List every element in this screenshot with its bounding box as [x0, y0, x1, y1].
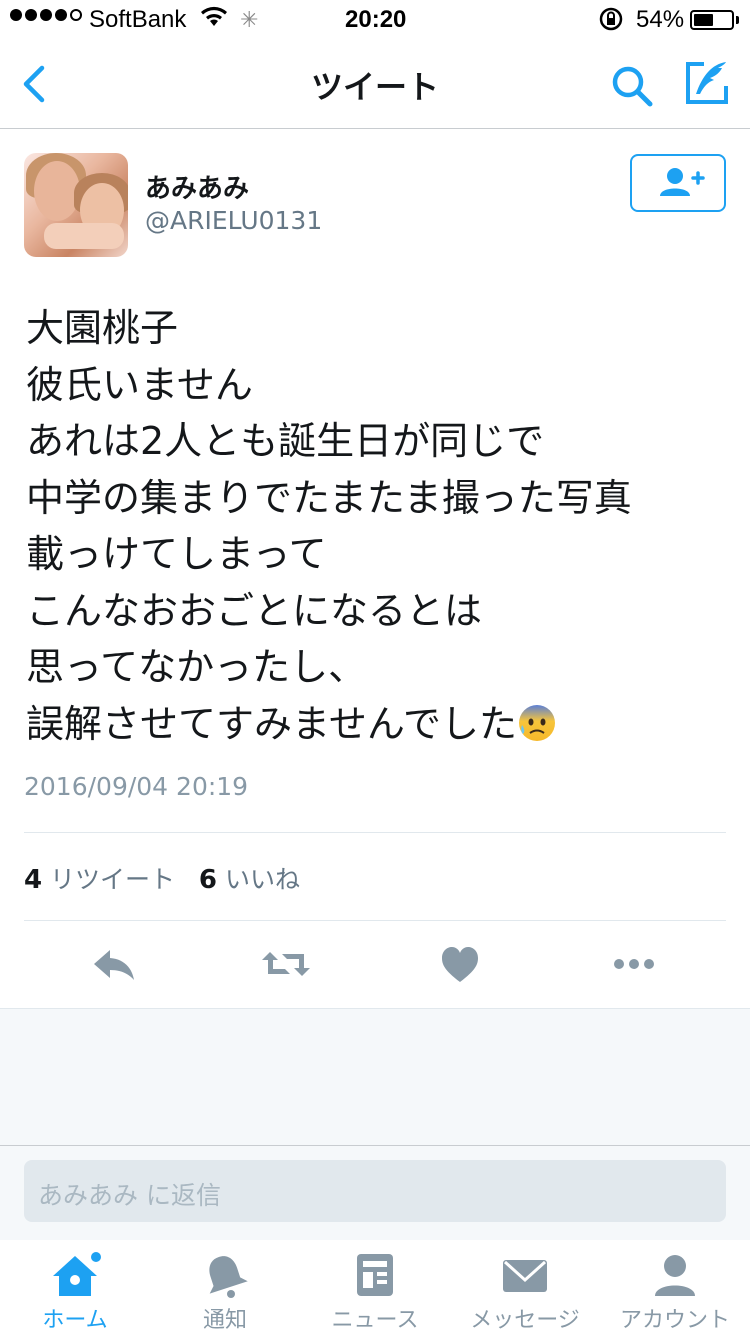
home-icon	[49, 1252, 101, 1298]
tab-label: 通知	[202, 1308, 247, 1333]
retweet-icon[interactable]	[258, 940, 314, 988]
tab-label: メッセージ	[470, 1308, 580, 1333]
anxious-face-icon	[517, 702, 557, 742]
tab-bar: ホーム 通知 ニュース メッセージ アカウント	[0, 1240, 750, 1334]
tweet-text-content: 大園桃子 彼氏いません あれは2人とも誕生日が同じで 中学の集まりでたまたま撮っ…	[26, 306, 632, 746]
tab-account[interactable]: アカウント	[600, 1240, 750, 1334]
divider	[24, 832, 726, 833]
tab-messages[interactable]: メッセージ	[450, 1240, 600, 1334]
navigation-bar: ツイート	[0, 40, 750, 129]
tweet-text: 大園桃子 彼氏いません あれは2人とも誕生日が同じで 中学の集まりでたまたま撮っ…	[26, 300, 726, 752]
carrier-name: SoftBank	[89, 6, 187, 33]
like-count[interactable]: 6	[199, 865, 217, 895]
add-user-icon	[660, 168, 705, 196]
tab-label: アカウント	[619, 1308, 730, 1333]
compose-icon[interactable]	[682, 58, 732, 108]
retweet-label[interactable]: リツイート	[50, 865, 175, 894]
battery-icon	[690, 10, 734, 30]
like-heart-icon[interactable]	[432, 940, 488, 988]
search-icon[interactable]	[608, 62, 656, 110]
retweet-count[interactable]: 4	[24, 865, 42, 895]
tab-home[interactable]: ホーム	[0, 1240, 150, 1334]
reply-input[interactable]: あみあみ に返信	[24, 1160, 726, 1222]
person-icon	[649, 1252, 701, 1298]
reply-placeholder: あみあみ に返信	[38, 1181, 221, 1210]
envelope-icon	[499, 1252, 551, 1298]
avatar[interactable]	[24, 153, 128, 257]
status-time: 20:20	[345, 6, 407, 33]
signal-strength-icon	[10, 9, 82, 21]
tab-news[interactable]: ニュース	[300, 1240, 450, 1334]
activity-spinner-icon: ✳	[240, 7, 259, 32]
user-handle[interactable]: @ARIELU0131	[145, 206, 322, 235]
empty-replies-area	[0, 1009, 750, 1145]
divider	[24, 920, 726, 921]
wifi-icon	[200, 6, 228, 35]
like-label[interactable]: いいね	[225, 865, 300, 894]
status-bar: SoftBank ✳ 20:20 54%	[0, 0, 750, 40]
tweet-stats: 4 リツイート 6 いいね	[24, 860, 300, 896]
more-options-icon[interactable]	[606, 940, 662, 988]
tweet-timestamp[interactable]: 2016/09/04 20:19	[24, 772, 248, 801]
battery-percent: 54%	[636, 6, 685, 33]
tab-label: ホーム	[42, 1308, 108, 1333]
tab-notifications[interactable]: 通知	[150, 1240, 300, 1334]
display-name[interactable]: あみあみ	[145, 168, 249, 205]
news-icon	[349, 1252, 401, 1298]
tab-label: ニュース	[331, 1308, 419, 1333]
rotation-lock-icon	[598, 6, 624, 39]
follow-button[interactable]	[630, 154, 726, 212]
bell-icon	[199, 1252, 251, 1298]
reply-icon[interactable]	[86, 940, 142, 988]
